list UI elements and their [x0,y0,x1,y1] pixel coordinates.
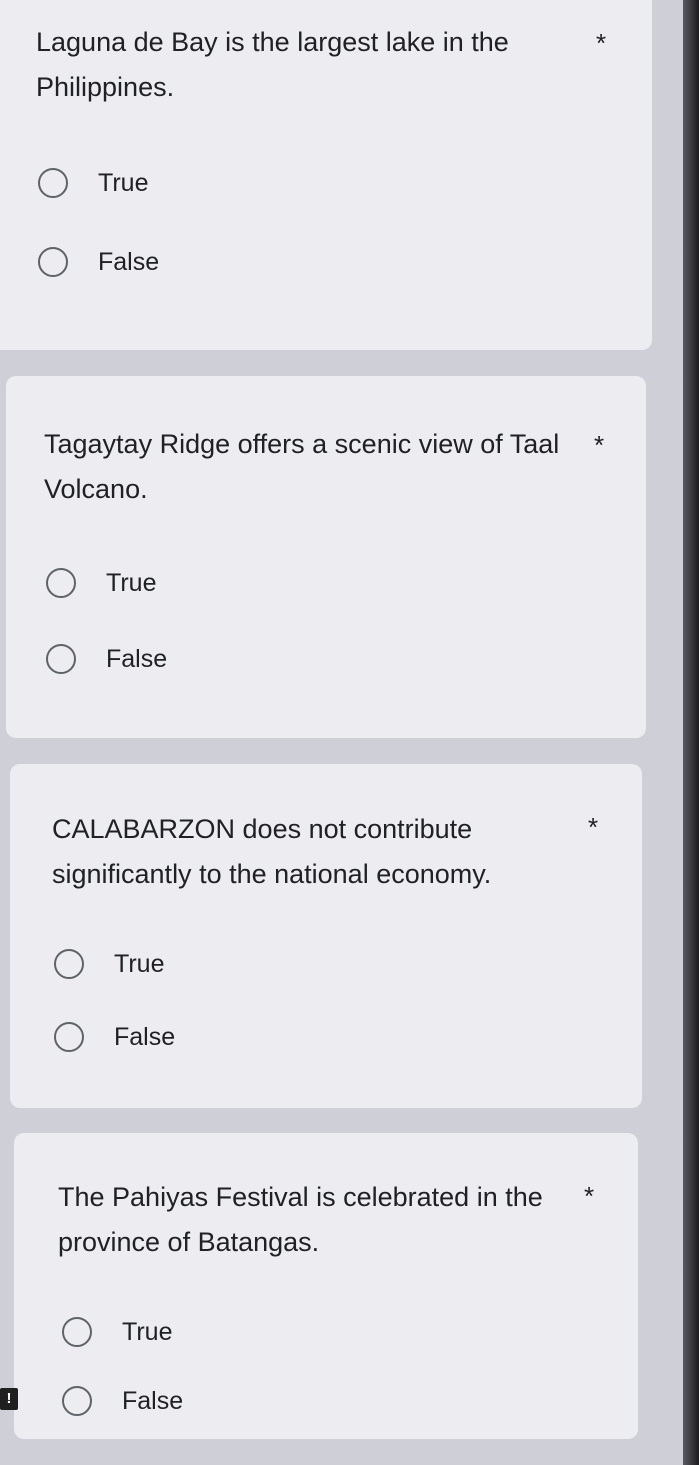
option-true[interactable]: True [62,1312,172,1352]
required-asterisk: * [596,28,607,58]
option-label: True [122,1317,173,1346]
radio-button-icon[interactable] [46,568,76,598]
question-card-1: Laguna de Bay is the largest lake in the… [0,0,652,350]
option-false[interactable]: False [46,639,167,679]
option-label: True [114,949,165,978]
question-text: Laguna de Bay is the largest lake in the… [36,27,509,102]
required-asterisk: * [588,812,599,842]
radio-button-icon[interactable] [38,168,68,198]
question-text: Tagaytay Ridge offers a scenic view of T… [44,429,560,504]
option-false[interactable]: False [62,1381,183,1421]
option-true[interactable]: True [54,944,164,984]
screen-edge [683,0,699,1465]
option-false[interactable]: False [54,1017,175,1057]
option-label: True [98,168,149,197]
option-false[interactable]: False [38,242,159,282]
radio-button-icon[interactable] [62,1317,92,1347]
option-true[interactable]: True [46,563,156,603]
required-asterisk: * [594,430,605,460]
radio-button-icon[interactable] [54,949,84,979]
question-card-3: CALABARZON does not contribute significa… [10,764,642,1108]
option-label: False [98,247,160,276]
option-label: False [122,1386,184,1415]
option-true[interactable]: True [38,163,148,203]
option-label: False [106,644,168,673]
radio-button-icon[interactable] [38,247,68,277]
alert-icon: ! [0,1388,18,1410]
question-card-2: Tagaytay Ridge offers a scenic view of T… [6,376,646,738]
question-card-4: The Pahiyas Festival is celebrated in th… [14,1133,638,1439]
question-text: CALABARZON does not contribute significa… [52,814,492,889]
radio-button-icon[interactable] [62,1386,92,1416]
question-text: The Pahiyas Festival is celebrated in th… [58,1182,543,1257]
option-label: True [106,568,157,597]
radio-button-icon[interactable] [46,644,76,674]
radio-button-icon[interactable] [54,1022,84,1052]
required-asterisk: * [584,1181,595,1211]
option-label: False [114,1022,176,1051]
